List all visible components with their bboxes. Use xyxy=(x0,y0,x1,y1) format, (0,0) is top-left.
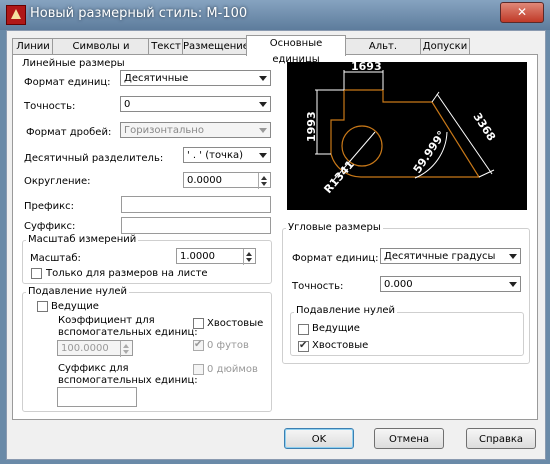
scale-spinner[interactable] xyxy=(243,249,255,265)
preview-dimension-text: 1693 1993 3368 59.999° R1341 xyxy=(305,60,498,196)
decimal-separator-select[interactable]: ' . ' (точка) xyxy=(183,147,271,163)
preview-drawing: 1693 1993 3368 59.999° R1341 xyxy=(305,60,498,196)
unit-format-value: Десятичные xyxy=(124,73,189,84)
linear-dimensions-title: Линейные размеры xyxy=(22,58,125,69)
fraction-format-value: Горизонтально xyxy=(124,125,204,136)
spin-down-icon xyxy=(261,182,267,186)
autocad-app-icon xyxy=(6,5,26,25)
decimal-separator-label: Десятичный разделитель: xyxy=(24,153,164,164)
spin-up-icon xyxy=(261,176,267,180)
title-bar: Новый размерный стиль: М-100 ✕ xyxy=(0,0,550,30)
angular-unit-format-value: Десятичные градусы xyxy=(384,251,496,262)
tab-text[interactable]: Текст xyxy=(148,38,184,55)
precision-label: Точность: xyxy=(24,101,76,112)
scale-label: Масштаб: xyxy=(30,253,81,264)
scale-value: 1.0000 xyxy=(180,251,215,262)
sub-unit-suffix-label-line2: вспомогательных единиц: xyxy=(58,375,198,386)
tab-fit[interactable]: Размещение xyxy=(182,38,249,55)
tab-lines[interactable]: Линии xyxy=(12,38,54,55)
angular-precision-value: 0.000 xyxy=(384,279,413,290)
angular-trailing-zeros-label: Хвостовые xyxy=(312,340,369,351)
layout-only-checkbox[interactable] xyxy=(31,268,42,279)
zero-feet-label: 0 футов xyxy=(207,340,249,351)
angular-leading-zeros-label: Ведущие xyxy=(312,323,360,334)
fraction-format-label: Формат дробей: xyxy=(26,127,112,138)
decimal-separator-value: ' . ' (точка) xyxy=(187,150,244,161)
sub-unit-factor-spinner[interactable] xyxy=(120,341,132,357)
chevron-down-icon xyxy=(259,153,267,158)
trailing-zeros-label: Хвостовые xyxy=(207,318,264,329)
chevron-down-icon xyxy=(509,254,517,259)
preview-outline xyxy=(344,89,481,178)
rounding-value: 0.0000 xyxy=(187,175,222,186)
rounding-label: Округление: xyxy=(24,176,91,187)
sub-unit-factor-input[interactable]: 100.0000 xyxy=(57,340,133,357)
angular-trailing-zeros-checkbox[interactable] xyxy=(298,340,309,352)
ok-button[interactable]: OK xyxy=(284,428,354,449)
trailing-zeros-checkbox[interactable] xyxy=(193,318,204,329)
chevron-down-icon xyxy=(259,128,267,133)
leading-zeros-label: Ведущие xyxy=(51,301,99,312)
dim-right-text: 3368 xyxy=(470,111,498,144)
layout-only-label: Только для размеров на листе xyxy=(46,268,208,279)
angular-zero-suppression-title: Подавление нулей xyxy=(294,305,397,316)
angular-unit-format-select[interactable]: Десятичные градусы xyxy=(380,248,521,264)
sub-unit-factor-value: 100.0000 xyxy=(61,343,109,354)
help-button[interactable]: Справка xyxy=(466,428,536,449)
precision-select[interactable]: 0 xyxy=(120,96,271,112)
angular-dimensions-title: Угловые размеры xyxy=(286,222,383,233)
unit-format-select[interactable]: Десятичные xyxy=(120,70,271,86)
dim-top-text: 1693 xyxy=(351,62,382,73)
window-title: Новый размерный стиль: М-100 xyxy=(30,6,248,21)
zero-feet-checkbox[interactable] xyxy=(193,339,204,351)
measurement-scale-title: Масштаб измерений xyxy=(26,234,139,245)
spin-up-icon xyxy=(123,344,129,348)
prefix-label: Префикс: xyxy=(24,201,74,212)
angular-precision-label: Точность: xyxy=(292,281,344,292)
chevron-down-icon xyxy=(509,282,517,287)
sub-unit-factor-label-line2: вспомогательных единиц: xyxy=(58,327,198,338)
tab-alternate-units[interactable]: Альт. единицы xyxy=(344,38,422,68)
tab-tolerances[interactable]: Допуски xyxy=(420,38,470,55)
rounding-spinner[interactable] xyxy=(258,173,270,189)
dimension-preview: 1693 1993 3368 59.999° R1341 xyxy=(287,60,527,210)
spin-down-icon xyxy=(123,350,129,354)
rounding-input[interactable]: 0.0000 xyxy=(183,172,271,189)
precision-value: 0 xyxy=(124,99,131,110)
leading-zeros-checkbox[interactable] xyxy=(37,301,48,312)
cancel-button[interactable]: Отмена xyxy=(374,428,444,449)
dim-radius-text: R1341 xyxy=(321,158,356,196)
spin-up-icon xyxy=(246,252,252,256)
tab-symbols-arrows[interactable]: Символы и стрелки xyxy=(52,38,150,68)
angular-unit-format-label: Формат единиц: xyxy=(292,253,379,264)
angular-precision-select[interactable]: 0.000 xyxy=(380,276,521,292)
zero-inches-label: 0 дюймов xyxy=(207,364,258,375)
sub-unit-factor-label-line1: Коэффициент для xyxy=(58,315,155,326)
zero-inches-checkbox[interactable] xyxy=(193,364,204,375)
suffix-label-text: Суффикс: xyxy=(24,221,76,232)
chevron-down-icon xyxy=(259,102,267,107)
zero-suppression-title: Подавление нулей xyxy=(26,286,129,297)
chevron-down-icon xyxy=(259,76,267,81)
scale-input[interactable]: 1.0000 xyxy=(176,248,256,265)
angular-leading-zeros-checkbox[interactable] xyxy=(298,324,309,335)
unit-format-label: Формат единиц: xyxy=(24,77,111,88)
dim-left-text: 1993 xyxy=(305,111,318,142)
fraction-format-select[interactable]: Горизонтально xyxy=(120,122,271,138)
suffix-input[interactable] xyxy=(121,217,271,234)
sub-unit-suffix-input[interactable] xyxy=(57,387,137,407)
prefix-input[interactable] xyxy=(121,196,271,213)
spin-down-icon xyxy=(246,258,252,262)
sub-unit-suffix-label-line1: Суффикс для xyxy=(58,363,129,374)
close-button[interactable]: ✕ xyxy=(500,2,544,23)
tab-primary-units[interactable]: Основные единицы xyxy=(246,35,346,65)
